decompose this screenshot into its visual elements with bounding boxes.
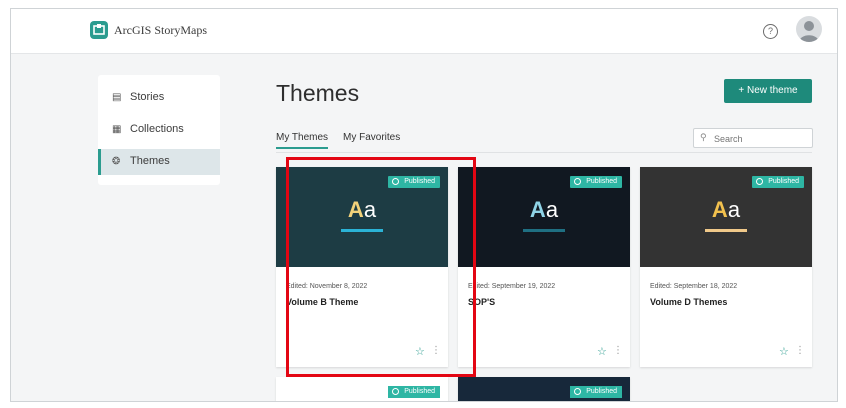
edited-date: Edited: September 19, 2022: [468, 283, 556, 290]
theme-card-partial[interactable]: Published: [458, 377, 630, 401]
avatar-icon[interactable]: [796, 16, 822, 42]
published-badge: Published: [570, 176, 622, 188]
theme-sample-text: Aa: [711, 197, 741, 222]
search-input[interactable]: [712, 131, 808, 146]
theme-accent-bar: [523, 229, 565, 232]
theme-sample-text: Aa: [529, 197, 559, 222]
sidebar-item-collections[interactable]: ▦ Collections: [98, 117, 220, 143]
help-icon[interactable]: ?: [763, 24, 778, 39]
more-options-icon[interactable]: ⋮: [795, 345, 805, 356]
tab-my-themes[interactable]: My Themes: [276, 132, 329, 149]
published-badge: Published: [388, 386, 440, 398]
theme-preview: Published Aa: [640, 167, 812, 267]
sidebar-item-label: Themes: [130, 155, 170, 167]
themes-icon: ❂: [112, 156, 121, 167]
sidebar-item-label: Stories: [130, 91, 165, 103]
theme-card-partial[interactable]: Published: [276, 377, 448, 401]
storymaps-logo-icon[interactable]: [90, 21, 108, 39]
top-bar: ArcGIS StoryMaps ?: [11, 9, 837, 54]
theme-card[interactable]: Published Aa Edited: September 18, 2022 …: [640, 167, 812, 367]
more-options-icon[interactable]: ⋮: [613, 345, 623, 356]
favorite-star-icon[interactable]: ☆: [779, 345, 789, 358]
search-box[interactable]: ⚲: [693, 128, 813, 148]
highlight-box: [286, 157, 476, 377]
edited-date: Edited: September 18, 2022: [650, 283, 738, 290]
app-title[interactable]: ArcGIS StoryMaps: [114, 23, 207, 38]
sidebar: ▤ Stories ▦ Collections ❂ Themes: [98, 75, 220, 185]
sidebar-item-themes[interactable]: ❂ Themes: [98, 149, 220, 175]
sidebar-item-stories[interactable]: ▤ Stories: [98, 85, 220, 111]
search-icon: ⚲: [700, 132, 707, 142]
theme-preview: Published Aa: [458, 167, 630, 267]
theme-title[interactable]: Volume D Themes: [650, 297, 727, 307]
favorite-star-icon[interactable]: ☆: [597, 345, 607, 358]
sidebar-item-label: Collections: [130, 123, 184, 135]
collections-icon: ▦: [112, 124, 122, 135]
theme-accent-bar: [705, 229, 747, 232]
published-badge: Published: [570, 386, 622, 398]
stories-icon: ▤: [112, 92, 122, 103]
theme-card[interactable]: Published Aa Edited: September 19, 2022 …: [458, 167, 630, 367]
page-title: Themes: [276, 80, 360, 106]
tab-my-favorites[interactable]: My Favorites: [343, 132, 400, 143]
new-theme-button[interactable]: + New theme: [724, 79, 812, 103]
tab-divider: [276, 152, 812, 153]
published-badge: Published: [752, 176, 804, 188]
